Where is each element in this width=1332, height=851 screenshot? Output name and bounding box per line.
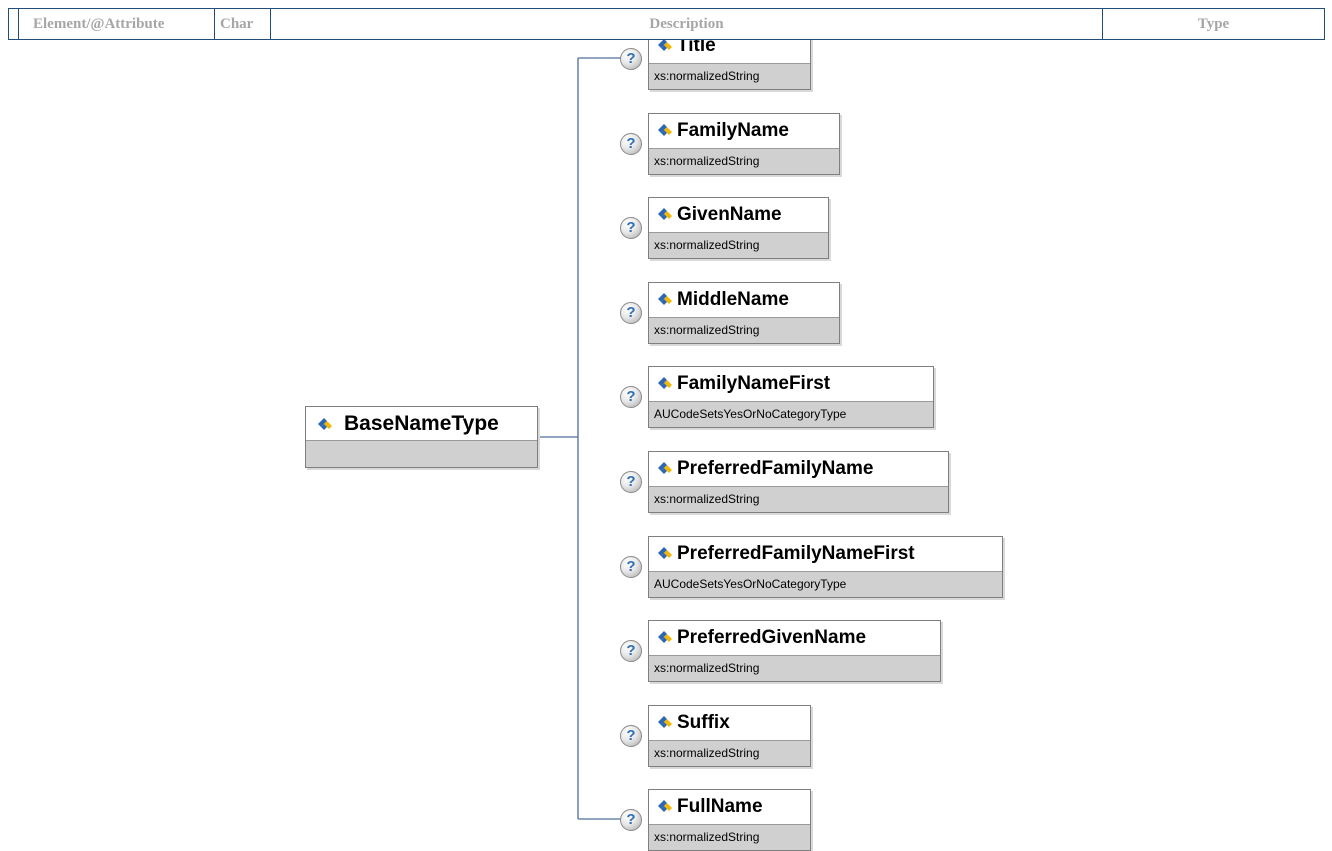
child-element-type: xs:normalizedString: [649, 824, 810, 850]
child-element-name: PreferredGivenName: [677, 627, 867, 648]
help-icon[interactable]: ?: [620, 809, 642, 831]
child-element-box[interactable]: GivenName xs:normalizedString: [648, 197, 829, 259]
child-element-name: Suffix: [677, 712, 730, 733]
help-icon[interactable]: ?: [620, 725, 642, 747]
child-element-name: FamilyName: [677, 120, 789, 141]
child-element-name: PreferredFamilyNameFirst: [677, 543, 915, 564]
header-cell-blank: [9, 9, 19, 39]
child-element-type: AUCodeSetsYesOrNoCategoryType: [649, 401, 933, 427]
help-icon[interactable]: ?: [620, 556, 642, 578]
child-element-box[interactable]: FullName xs:normalizedString: [648, 789, 811, 851]
child-element-box[interactable]: FamilyNameFirst AUCodeSetsYesOrNoCategory…: [648, 366, 934, 428]
child-element-name: MiddleName: [677, 289, 789, 310]
schema-diagram: BaseNameType ? Title xs:normalizedString? F…: [0, 0, 1332, 851]
help-icon[interactable]: ?: [620, 48, 642, 70]
root-element-box[interactable]: BaseNameType: [305, 406, 538, 468]
header-cell-element-attribute: Element/@Attribute: [19, 9, 215, 39]
child-element-box[interactable]: PreferredFamilyNameFirst AUCodeSetsYesOrN…: [648, 536, 1003, 598]
child-element-type: xs:normalizedString: [649, 232, 828, 258]
child-element-type: xs:normalizedString: [649, 63, 810, 89]
child-element-box[interactable]: FamilyName xs:normalizedString: [648, 113, 840, 175]
root-element-type: [306, 440, 537, 467]
table-header-row: Element/@Attribute Char Description Type: [8, 8, 1325, 40]
child-element-box[interactable]: MiddleName xs:normalizedString: [648, 282, 840, 344]
header-cell-char: Char: [215, 9, 271, 39]
child-element-name: FamilyNameFirst: [677, 373, 831, 394]
header-cell-description: Description: [271, 9, 1103, 39]
child-element-box[interactable]: PreferredGivenName xs:normalizedString: [648, 620, 941, 682]
child-element-type: xs:normalizedString: [649, 740, 810, 766]
child-element-name: FullName: [677, 796, 763, 817]
help-icon[interactable]: ?: [620, 471, 642, 493]
child-element-type: xs:normalizedString: [649, 486, 948, 512]
child-element-name: PreferredFamilyName: [677, 458, 874, 479]
child-element-box[interactable]: Suffix xs:normalizedString: [648, 705, 811, 767]
help-icon[interactable]: ?: [620, 386, 642, 408]
child-element-type: xs:normalizedString: [649, 148, 839, 174]
help-icon[interactable]: ?: [620, 133, 642, 155]
root-element-name: BaseNameType: [344, 412, 499, 435]
help-icon[interactable]: ?: [620, 217, 642, 239]
child-element-type: xs:normalizedString: [649, 317, 839, 343]
child-element-type: AUCodeSetsYesOrNoCategoryType: [649, 571, 1002, 597]
help-icon[interactable]: ?: [620, 640, 642, 662]
child-element-type: xs:normalizedString: [649, 655, 940, 681]
child-element-box[interactable]: PreferredFamilyName xs:normalizedString: [648, 451, 949, 513]
header-cell-type: Type: [1197, 16, 1230, 32]
child-element-name: GivenName: [677, 204, 782, 225]
help-icon[interactable]: ?: [620, 302, 642, 324]
